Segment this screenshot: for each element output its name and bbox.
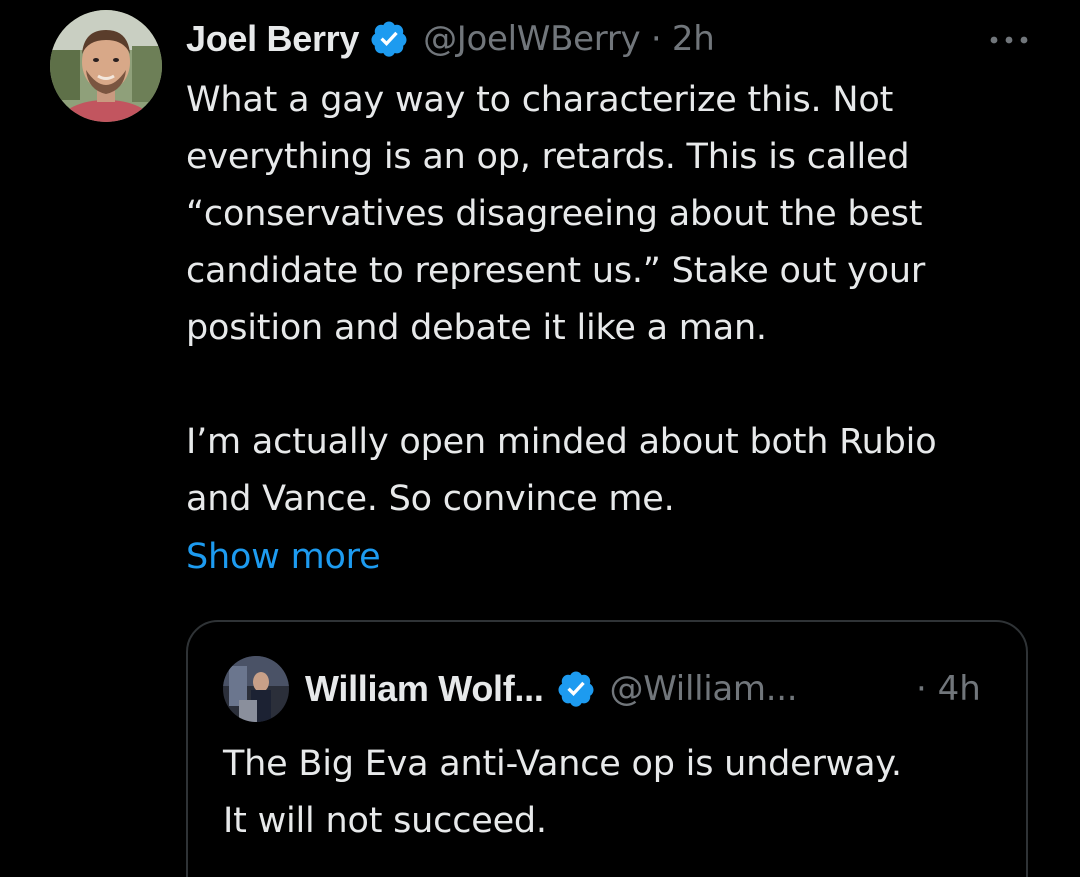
quoted-tweet-header: William Wolf... @William... <box>305 664 798 714</box>
quoted-tweet-text: The Big Eva anti-Vance op is underway. I… <box>223 736 902 850</box>
quoted-author-avatar[interactable] <box>223 656 289 722</box>
tweet[interactable]: Joel Berry @JoelWBerry · 2h What a gay w… <box>0 0 1080 877</box>
quoted-author-name[interactable]: William Wolf... <box>305 668 544 710</box>
author-avatar[interactable] <box>50 10 162 122</box>
author-name[interactable]: Joel Berry <box>186 18 359 60</box>
verified-badge-icon <box>369 19 409 59</box>
more-horizontal-icon <box>990 36 1028 44</box>
show-more-link[interactable]: Show more <box>186 529 381 586</box>
quoted-author-handle[interactable]: @William... <box>610 669 798 709</box>
verified-badge-icon <box>556 669 596 709</box>
quoted-tweet-text-line: It will not succeed. <box>223 801 547 841</box>
quoted-tweet-time[interactable]: · 4h <box>916 664 981 714</box>
tweet-text-line: candidate to represent us.” Stake out yo… <box>186 251 926 291</box>
tweet-text-line: position and debate it like a man. <box>186 308 767 348</box>
more-options-button[interactable] <box>984 20 1034 60</box>
tweet-text-line: What a gay way to characterize this. Not <box>186 80 894 120</box>
tweet-text-line: and Vance. So convince me. <box>186 479 675 519</box>
tweet-text-line: “conservatives disagreeing about the bes… <box>186 194 923 234</box>
quoted-tweet[interactable]: William Wolf... @William... · 4h The Big… <box>186 620 1028 877</box>
tweet-time: 2h <box>671 19 715 59</box>
tweet-text-line: everything is an op, retards. This is ca… <box>186 137 910 177</box>
tweet-header: Joel Berry @JoelWBerry · 2h <box>186 14 715 64</box>
tweet-text: What a gay way to characterize this. Not… <box>186 72 1046 528</box>
author-handle[interactable]: @JoelWBerry · 2h <box>423 19 715 59</box>
tweet-text-line: I’m actually open minded about both Rubi… <box>186 422 937 462</box>
quoted-tweet-text-line: The Big Eva anti-Vance op is underway. <box>223 744 902 784</box>
